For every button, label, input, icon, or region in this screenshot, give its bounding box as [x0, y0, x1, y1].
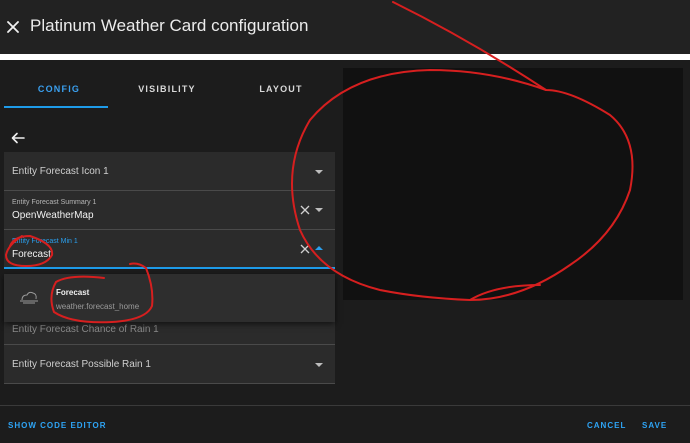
tab-config[interactable]: CONFIG — [4, 72, 114, 108]
cancel-button[interactable]: CANCEL — [587, 421, 626, 430]
tab-config-label: CONFIG — [37, 84, 81, 94]
dropdown-option-forecast[interactable]: Forecast weather.forecast_home — [4, 274, 335, 322]
field-label: Entity Forecast Min 1 — [12, 238, 78, 245]
field-label: Entity Forecast Summary 1 — [12, 199, 97, 206]
entity-forecast-summary-select[interactable]: Entity Forecast Summary 1 OpenWeatherMap — [4, 191, 335, 230]
back-button[interactable] — [10, 130, 26, 146]
tab-active-indicator — [4, 106, 108, 108]
field-label: Entity Forecast Chance of Rain 1 — [12, 324, 159, 335]
chevron-up-icon — [315, 246, 323, 250]
tab-layout-label: LAYOUT — [259, 84, 303, 94]
close-button[interactable] — [2, 14, 24, 40]
entity-forecast-min-input[interactable]: Entity Forecast Min 1 Forecast — [4, 230, 335, 269]
dialog-title: Platinum Weather Card configuration — [30, 16, 309, 35]
clear-icon[interactable] — [300, 205, 310, 215]
weather-entity-icon — [20, 291, 38, 304]
show-code-editor-button[interactable]: SHOW CODE EDITOR — [8, 421, 107, 430]
option-entity-id: weather.forecast_home — [56, 302, 140, 311]
chevron-down-icon — [315, 363, 323, 367]
entity-forecast-icon-select[interactable]: Entity Forecast Icon 1 — [4, 152, 335, 191]
field-label: Entity Forecast Possible Rain 1 — [12, 359, 151, 370]
header-divider — [0, 54, 690, 60]
arrow-left-icon — [11, 132, 25, 144]
dialog-header: Platinum Weather Card configuration — [0, 0, 690, 54]
footer-divider — [0, 405, 690, 406]
config-dialog: Platinum Weather Card configuration CONF… — [0, 0, 690, 443]
field-label: Entity Forecast Icon 1 — [12, 166, 109, 177]
tab-visibility[interactable]: VISIBILITY — [112, 72, 222, 106]
field-value: OpenWeatherMap — [12, 210, 94, 221]
option-name: Forecast — [56, 288, 90, 297]
chevron-down-icon — [315, 208, 323, 212]
tab-layout[interactable]: LAYOUT — [226, 72, 336, 106]
save-button[interactable]: SAVE — [642, 421, 667, 430]
clear-icon[interactable] — [300, 244, 310, 254]
tab-bar: CONFIG VISIBILITY LAYOUT — [4, 72, 336, 108]
card-preview — [343, 68, 683, 300]
field-value: Forecast — [12, 249, 51, 260]
tab-visibility-label: VISIBILITY — [138, 84, 196, 94]
chevron-down-icon — [315, 170, 323, 174]
entity-forecast-possible-rain-select[interactable]: Entity Forecast Possible Rain 1 — [4, 345, 335, 384]
close-icon — [7, 21, 19, 33]
